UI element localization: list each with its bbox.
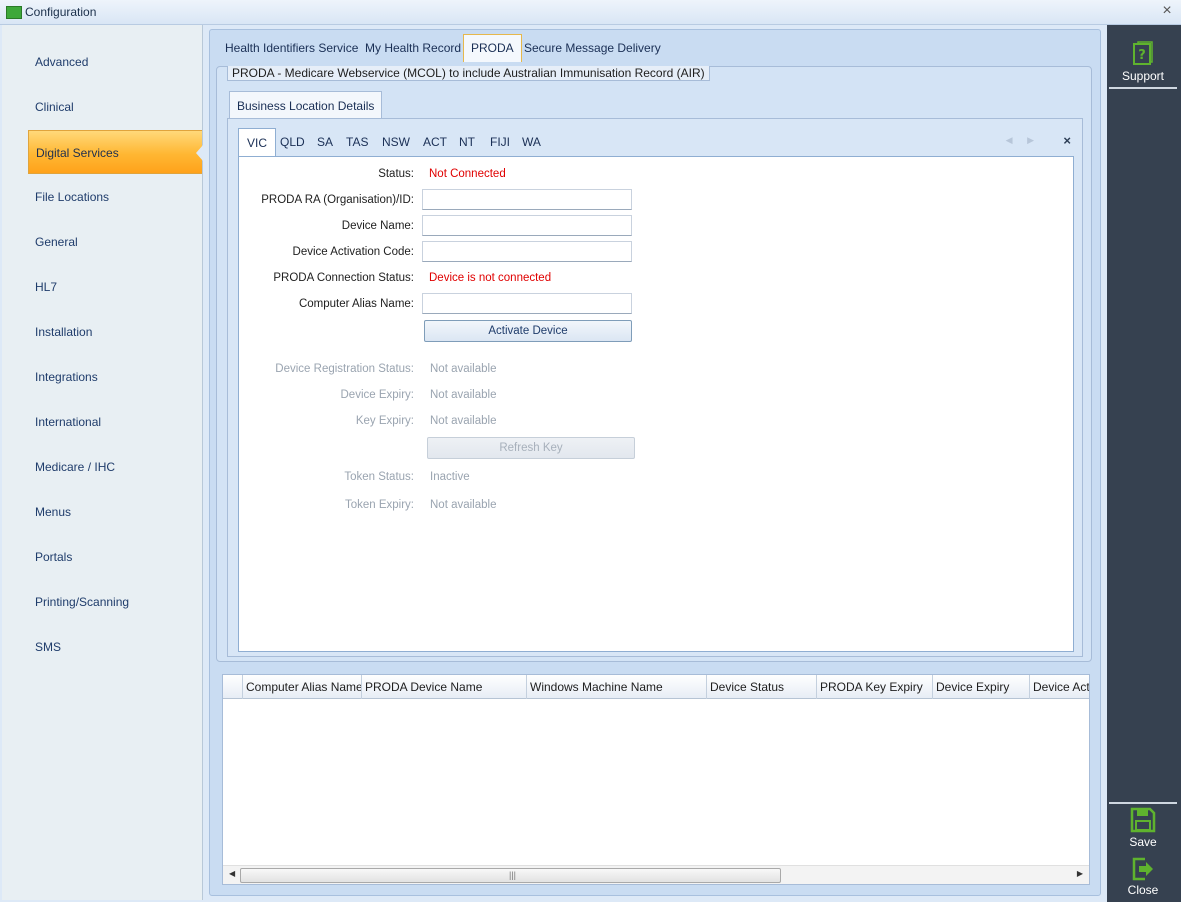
nav-item-printing-scanning[interactable]: Printing/Scanning [28, 580, 202, 624]
support-label: Support [1121, 69, 1165, 83]
tab-proda[interactable]: PRODA [463, 34, 522, 62]
device-grid: Computer Alias Name PRODA Device Name Wi… [222, 674, 1090, 885]
nav-item-hl7[interactable]: HL7 [28, 265, 202, 309]
token-expiry-label: Token Expiry: [344, 499, 414, 511]
column-computer-alias-name[interactable]: Computer Alias Name [242, 675, 361, 699]
tab-state-wa[interactable]: WA [514, 128, 549, 156]
device-activation-code-input[interactable] [422, 241, 632, 262]
scroll-thumb[interactable]: ||| [240, 868, 781, 883]
token-expiry-value: Not available [430, 499, 497, 511]
tab-scroll-arrows-icon[interactable]: ◀ ▶ [1006, 135, 1040, 146]
device-registration-status-value: Not available [430, 363, 497, 375]
nav-item-advanced[interactable]: Advanced [28, 40, 202, 84]
close-label: Close [1127, 883, 1159, 897]
group-title: PRODA - Medicare Webservice (MCOL) to in… [227, 66, 710, 81]
window-title: Configuration [25, 5, 97, 19]
column-device-expiry[interactable]: Device Expiry [932, 675, 1029, 699]
computer-alias-name-input[interactable] [422, 293, 632, 314]
column-device-status[interactable]: Device Status [706, 675, 816, 699]
scroll-left-icon[interactable]: ◀ [229, 869, 235, 878]
key-expiry-value: Not available [430, 415, 497, 427]
nav-item-portals[interactable]: Portals [28, 535, 202, 579]
action-sidebar: ? Support Save Close [1107, 25, 1181, 902]
device-registration-status-label: Device Registration Status: [275, 363, 414, 375]
tab-state-vic[interactable]: VIC [238, 128, 277, 157]
token-status-label: Token Status: [344, 471, 414, 483]
computer-alias-name-label: Computer Alias Name: [298, 298, 414, 310]
scroll-grip-icon: ||| [509, 870, 517, 880]
nav-item-sms[interactable]: SMS [28, 625, 202, 669]
column-proda-device-name[interactable]: PRODA Device Name [361, 675, 526, 699]
tab-close-icon[interactable]: × [1063, 133, 1071, 148]
save-label: Save [1129, 835, 1157, 849]
title-bar: Configuration × [0, 0, 1181, 25]
nav-item-clinical[interactable]: Clinical [28, 85, 202, 129]
window-close-icon[interactable]: × [1159, 2, 1175, 20]
nav-item-installation[interactable]: Installation [28, 310, 202, 354]
tab-my-health-record[interactable]: My Health Record [358, 35, 468, 61]
proda-connection-status-label: PRODA Connection Status: [273, 272, 414, 284]
proda-ra-input[interactable] [422, 189, 632, 210]
status-label: Status: [378, 168, 414, 180]
support-divider [1109, 87, 1177, 89]
proda-ra-label: PRODA RA (Organisation)/ID: [261, 194, 414, 206]
grid-header: Computer Alias Name PRODA Device Name Wi… [223, 675, 1089, 699]
key-expiry-label: Key Expiry: [355, 415, 414, 427]
proda-group-box: PRODA - Medicare Webservice (MCOL) to in… [216, 66, 1092, 662]
save-button[interactable]: Save [1109, 807, 1177, 849]
tab-state-fiji[interactable]: FIJI [482, 128, 518, 156]
refresh-key-button[interactable]: Refresh Key [427, 437, 635, 459]
tab-state-nt[interactable]: NT [451, 128, 483, 156]
column-proda-key-expiry[interactable]: PRODA Key Expiry [816, 675, 932, 699]
app-icon [6, 6, 22, 19]
nav-item-digital-services[interactable]: Digital Services [28, 130, 203, 174]
nav-item-integrations[interactable]: Integrations [28, 355, 202, 399]
support-button[interactable]: ? Support [1109, 41, 1177, 83]
grid-horizontal-scrollbar[interactable]: ◀ ||| ▶ [223, 865, 1089, 884]
tab-state-qld[interactable]: QLD [272, 128, 313, 156]
token-status-value: Inactive [430, 471, 470, 483]
nav-item-file-locations[interactable]: File Locations [28, 175, 202, 219]
device-activation-code-label: Device Activation Code: [292, 246, 414, 258]
status-value: Not Connected [429, 168, 506, 180]
tab-state-sa[interactable]: SA [309, 128, 341, 156]
state-tabs: VIC QLD SA TAS NSW ACT NT FIJI WA ◀ ▶ × [238, 128, 1074, 157]
svg-text:?: ? [1138, 48, 1146, 63]
tab-business-location-details[interactable]: Business Location Details [229, 91, 383, 119]
scroll-right-icon[interactable]: ▶ [1077, 869, 1083, 878]
exit-arrow-icon [1132, 857, 1153, 881]
grid-row-selector-header [223, 675, 242, 699]
nav-item-general[interactable]: General [28, 220, 202, 264]
tab-health-identifiers-service[interactable]: Health Identifiers Service [218, 35, 365, 61]
help-book-icon: ? [1133, 41, 1153, 65]
tab-state-tas[interactable]: TAS [338, 128, 376, 156]
nav-item-international[interactable]: International [28, 400, 202, 444]
column-windows-machine-name[interactable]: Windows Machine Name [526, 675, 706, 699]
config-nav: Advanced Clinical Digital Services File … [2, 25, 203, 900]
tab-state-act[interactable]: ACT [415, 128, 455, 156]
tab-state-nsw[interactable]: NSW [374, 128, 418, 156]
column-device-activation[interactable]: Device Acti [1029, 675, 1089, 699]
nav-item-menus[interactable]: Menus [28, 490, 202, 534]
tab-secure-message-delivery[interactable]: Secure Message Delivery [517, 35, 668, 61]
close-button[interactable]: Close [1109, 857, 1177, 897]
device-expiry-value: Not available [430, 389, 497, 401]
device-name-label: Device Name: [341, 220, 414, 232]
save-disk-icon [1130, 807, 1156, 833]
device-expiry-label: Device Expiry: [340, 389, 415, 401]
proda-connection-status-value: Device is not connected [429, 272, 552, 284]
business-location-panel: VIC QLD SA TAS NSW ACT NT FIJI WA ◀ ▶ × … [227, 118, 1083, 657]
main-panel: Health Identifiers Service My Health Rec… [209, 29, 1101, 896]
device-name-input[interactable] [422, 215, 632, 236]
nav-item-medicare-ihc[interactable]: Medicare / IHC [28, 445, 202, 489]
save-divider [1109, 802, 1177, 804]
vic-state-content: Status: Not Connected PRODA RA (Organisa… [238, 156, 1074, 652]
activate-device-button[interactable]: Activate Device [424, 320, 632, 342]
